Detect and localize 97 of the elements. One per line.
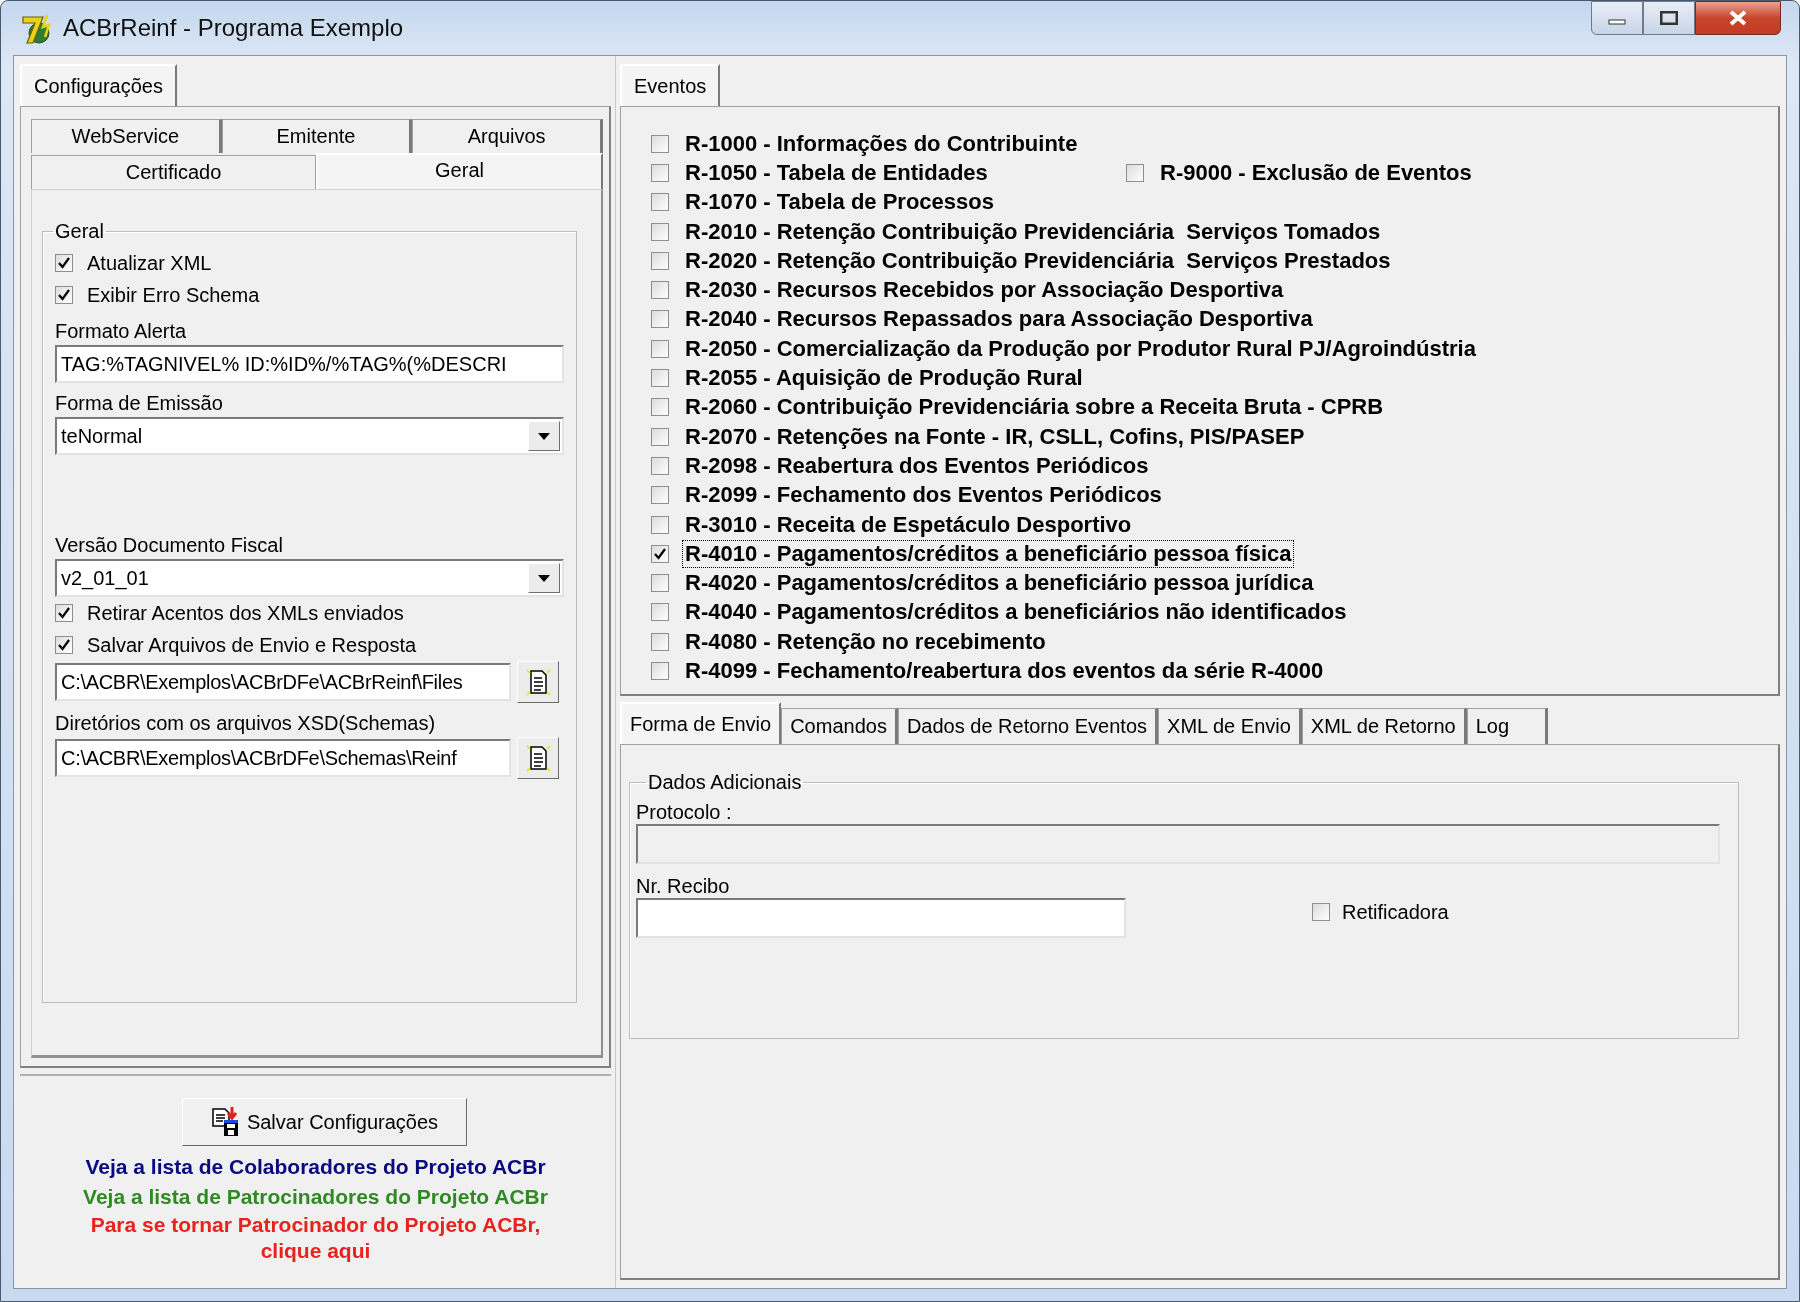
- maximize-button[interactable]: [1643, 1, 1695, 35]
- tab[interactable]: Emitente: [221, 119, 413, 153]
- field-label: Formato Alerta: [55, 320, 188, 343]
- checkbox[interactable]: [651, 281, 669, 300]
- checkbox-label: R-2099 - Fechamento dos Eventos Periódicos: [684, 482, 1163, 509]
- checkbox[interactable]: [651, 603, 669, 622]
- checkbox-label: R-2050 - Comercialização da Produção por Produtor Rural PJ/Agroindústria: [684, 335, 1477, 362]
- link[interactable]: Para se tornar Patrocinador do Projeto ACBr, clique aqui: [75, 1212, 556, 1264]
- checkbox[interactable]: [651, 456, 669, 475]
- save-button[interactable]: Salvar Configurações: [181, 1098, 468, 1146]
- checkbox[interactable]: [651, 193, 669, 212]
- dropdown[interactable]: v2_01_01: [55, 559, 564, 597]
- minimize-icon: [1608, 19, 1626, 25]
- checkbox[interactable]: [651, 574, 669, 593]
- path-field[interactable]: C:\ACBR\Exemplos\ACBrDFe\Schemas\Reinf: [55, 739, 511, 777]
- checkbox-label: R-4040 - Pagamentos/créditos a beneficiários não identificados: [684, 599, 1348, 626]
- field-label: Nr. Recibo: [636, 875, 730, 898]
- dropdown-arrow-icon: [537, 431, 551, 441]
- minimize-button[interactable]: [1591, 1, 1643, 35]
- checkbox[interactable]: [651, 251, 669, 270]
- dropdown-arrow-icon: [537, 573, 551, 583]
- field-label: Versão Documento Fiscal: [55, 534, 284, 557]
- tab[interactable]: Certificado: [31, 155, 316, 189]
- group-title: Dados Adicionais: [648, 771, 802, 793]
- field-label: Forma de Emissão: [55, 392, 224, 415]
- browse-button[interactable]: [517, 661, 559, 703]
- window-title: ACBrReinf - Programa Exemplo: [63, 14, 405, 42]
- checkbox[interactable]: [651, 662, 669, 680]
- checkbox[interactable]: [55, 254, 73, 272]
- checkbox[interactable]: [55, 604, 73, 622]
- checkbox[interactable]: [651, 544, 669, 563]
- checkbox[interactable]: [651, 486, 669, 505]
- tab[interactable]: Eventos: [620, 64, 721, 106]
- tab[interactable]: Log: [1466, 708, 1549, 744]
- field-label: Diretórios com os arquivos XSD(Schemas): [55, 712, 437, 735]
- dropdown[interactable]: teNormal: [55, 417, 564, 455]
- tab[interactable]: Comandos: [781, 708, 898, 744]
- tab[interactable]: Dados de Retorno Eventos: [897, 708, 1159, 744]
- checkbox[interactable]: [651, 339, 669, 358]
- maximize-icon: [1660, 11, 1678, 25]
- dropdown-value: v2_01_01: [61, 566, 149, 590]
- checkbox[interactable]: [651, 134, 669, 153]
- checkbox-label: R-3010 - Receita de Espetáculo Desportivo: [684, 511, 1133, 538]
- tab[interactable]: XML de Retorno: [1301, 708, 1467, 744]
- checkbox-label: R-2020 - Retenção Contribuição Previdenciária Serviços Prestados: [684, 247, 1392, 274]
- group-title: Geral: [55, 220, 104, 242]
- tab[interactable]: Arquivos: [412, 119, 603, 153]
- checkbox[interactable]: [651, 222, 669, 241]
- checkbox-label: R-4010 - Pagamentos/créditos a beneficiário pessoa física: [683, 540, 1294, 567]
- input-field[interactable]: TAG:%TAGNIVEL% ID:%ID%/%TAG%(%DESCRI: [55, 345, 564, 383]
- checkbox-label: R-1000 - Informações do Contribuinte: [684, 130, 1079, 157]
- tab[interactable]: Geral: [316, 153, 603, 189]
- document-icon: [524, 668, 552, 696]
- checkbox-label: R-1070 - Tabela de Processos: [684, 189, 995, 216]
- browse-button[interactable]: [517, 737, 559, 779]
- checkbox[interactable]: [651, 632, 669, 651]
- checkbox-label: R-9000 - Exclusão de Eventos: [1159, 159, 1473, 186]
- checkbox-label: R-2060 - Contribuição Previdenciária sobre a Receita Bruta - CPRB: [684, 394, 1385, 421]
- checkbox-label: Exibir Erro Schema: [86, 283, 261, 307]
- checkbox-label: Retificadora: [1341, 900, 1450, 924]
- checkbox[interactable]: [651, 398, 669, 417]
- checkbox[interactable]: [651, 515, 669, 534]
- checkbox[interactable]: [651, 310, 669, 329]
- field-label: Protocolo :: [636, 801, 732, 824]
- document-icon: [524, 744, 552, 772]
- close-button[interactable]: [1695, 1, 1781, 35]
- checkbox-label: R-4099 - Fechamento/reabertura dos eventos da série R-4000: [684, 658, 1325, 684]
- tab[interactable]: XML de Envio: [1158, 708, 1302, 744]
- checkbox-label: R-2030 - Recursos Recebidos por Associação Desportiva: [684, 277, 1285, 304]
- checkbox-label: Salvar Arquivos de Envio e Resposta: [86, 633, 418, 657]
- checkbox-label: R-1050 - Tabela de Entidades: [684, 159, 989, 186]
- checkbox-label: Atualizar XML: [86, 251, 213, 275]
- checkbox[interactable]: [55, 286, 73, 304]
- checkbox[interactable]: [651, 163, 669, 182]
- checkbox[interactable]: [651, 369, 669, 387]
- tab[interactable]: Configurações: [20, 64, 177, 106]
- checkbox[interactable]: [1312, 903, 1330, 921]
- dropdown-value: teNormal: [61, 424, 143, 448]
- checkbox[interactable]: [651, 427, 669, 446]
- tab[interactable]: Forma de Envio: [620, 702, 782, 744]
- link[interactable]: Veja a lista de Patrocinadores do Projeto ACBr: [45, 1182, 586, 1212]
- checkbox[interactable]: [55, 636, 73, 654]
- path-field[interactable]: C:\ACBR\Exemplos\ACBrDFe\ACBrReinf\Files: [55, 663, 511, 701]
- checkbox-label: R-2040 - Recursos Repassados para Associação Desportiva: [684, 306, 1314, 333]
- checkbox-label: R-2010 - Retenção Contribuição Previdenciária Serviços Tomados: [684, 218, 1382, 245]
- checkbox-label: R-2055 - Aquisição de Produção Rural: [684, 365, 1084, 391]
- checkbox-label: R-4020 - Pagamentos/créditos a beneficiário pessoa jurídica: [684, 570, 1315, 597]
- link[interactable]: Veja a lista de Colaboradores do Projeto ACBr: [45, 1152, 586, 1182]
- checkbox[interactable]: [1126, 163, 1144, 182]
- checkbox-label: R-2098 - Reabertura dos Eventos Periódicos: [684, 452, 1150, 479]
- checkbox-label: Retirar Acentos dos XMLs enviados: [86, 601, 405, 625]
- input-field[interactable]: [636, 898, 1126, 938]
- checkbox-label: R-2070 - Retenções na Fonte - IR, CSLL, Cofins, PIS/PASEP: [684, 423, 1306, 450]
- tab[interactable]: WebService: [31, 119, 222, 153]
- save-icon: [210, 1106, 241, 1138]
- checkbox-label: R-4080 - Retenção no recebimento: [684, 628, 1047, 655]
- close-icon: [1728, 9, 1748, 27]
